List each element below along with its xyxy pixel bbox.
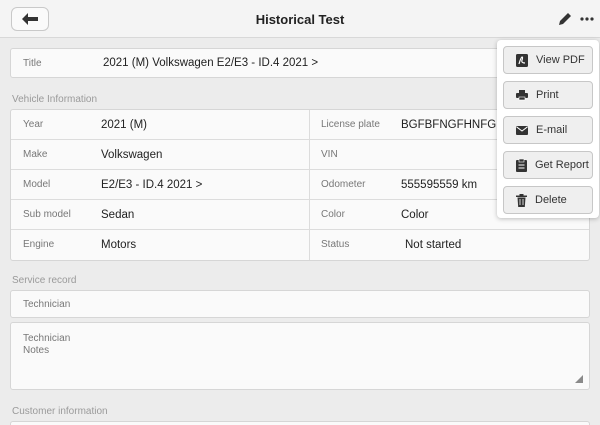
odometer-label: Odometer xyxy=(321,179,366,190)
model-value: E2/E3 - ID.4 2021 > xyxy=(101,179,203,191)
license-plate-value: BGFBFNGFHNFGNF xyxy=(401,119,501,131)
status-label: Status xyxy=(321,239,350,250)
technician-label: Technician xyxy=(23,299,71,310)
make-label: Make xyxy=(23,149,48,160)
column-divider xyxy=(309,170,310,199)
printer-icon xyxy=(516,90,528,101)
technician-field[interactable]: Technician xyxy=(10,290,590,318)
vehicle-info-row-engine: Engine Motors Status Not started xyxy=(11,230,589,260)
service-record-section-title: Service record xyxy=(12,275,77,286)
email-label: E-mail xyxy=(536,124,568,136)
odometer-value: 555595559 km xyxy=(401,179,478,191)
pencil-icon[interactable] xyxy=(557,11,573,27)
column-divider xyxy=(309,200,310,229)
vin-label: VIN xyxy=(321,149,338,160)
year-value: 2021 (M) xyxy=(101,119,148,131)
more-options-menu: View PDF Print E-mail Get Report Delete xyxy=(497,40,599,218)
column-divider xyxy=(309,140,310,169)
title-label: Title xyxy=(23,58,42,69)
column-divider xyxy=(309,230,310,260)
pdf-icon xyxy=(516,53,528,67)
engine-value: Motors xyxy=(101,239,137,251)
sub-model-value: Sedan xyxy=(101,209,135,221)
get-report-button[interactable]: Get Report xyxy=(503,151,593,179)
print-button[interactable]: Print xyxy=(503,81,593,109)
column-divider xyxy=(309,110,310,139)
technician-notes-label-line1: Technician xyxy=(23,333,71,344)
email-button[interactable]: E-mail xyxy=(503,116,593,144)
sub-model-label: Sub model xyxy=(23,209,71,220)
delete-button[interactable]: Delete xyxy=(503,186,593,214)
technician-notes-field[interactable]: Technician Notes xyxy=(10,322,590,390)
status-value: Not started xyxy=(405,239,462,251)
color-label: Color xyxy=(321,209,345,220)
color-value: Color xyxy=(401,209,429,221)
make-value: Volkswagen xyxy=(101,149,163,161)
top-bar: Historical Test xyxy=(0,0,600,38)
title-value: 2021 (M) Volkswagen E2/E3 - ID.4 2021 > xyxy=(103,57,319,69)
view-pdf-button[interactable]: View PDF xyxy=(503,46,593,74)
model-label: Model xyxy=(23,179,51,190)
report-icon xyxy=(516,158,527,172)
customer-info-section-title: Customer information xyxy=(12,406,108,417)
customer-info-field[interactable] xyxy=(10,421,590,425)
envelope-icon xyxy=(516,125,528,135)
get-report-label: Get Report xyxy=(535,159,589,171)
trash-icon xyxy=(516,193,527,207)
page-title: Historical Test xyxy=(255,12,345,27)
technician-notes-label-line2: Notes xyxy=(23,345,50,356)
engine-label: Engine xyxy=(23,239,55,250)
resize-handle-icon[interactable] xyxy=(575,375,583,383)
vehicle-info-section-title: Vehicle Information xyxy=(12,94,98,105)
year-label: Year xyxy=(23,119,44,130)
delete-label: Delete xyxy=(535,194,567,206)
more-options-icon[interactable] xyxy=(579,12,595,26)
view-pdf-label: View PDF xyxy=(536,54,585,66)
print-label: Print xyxy=(536,89,559,101)
license-plate-label: License plate xyxy=(321,119,380,130)
